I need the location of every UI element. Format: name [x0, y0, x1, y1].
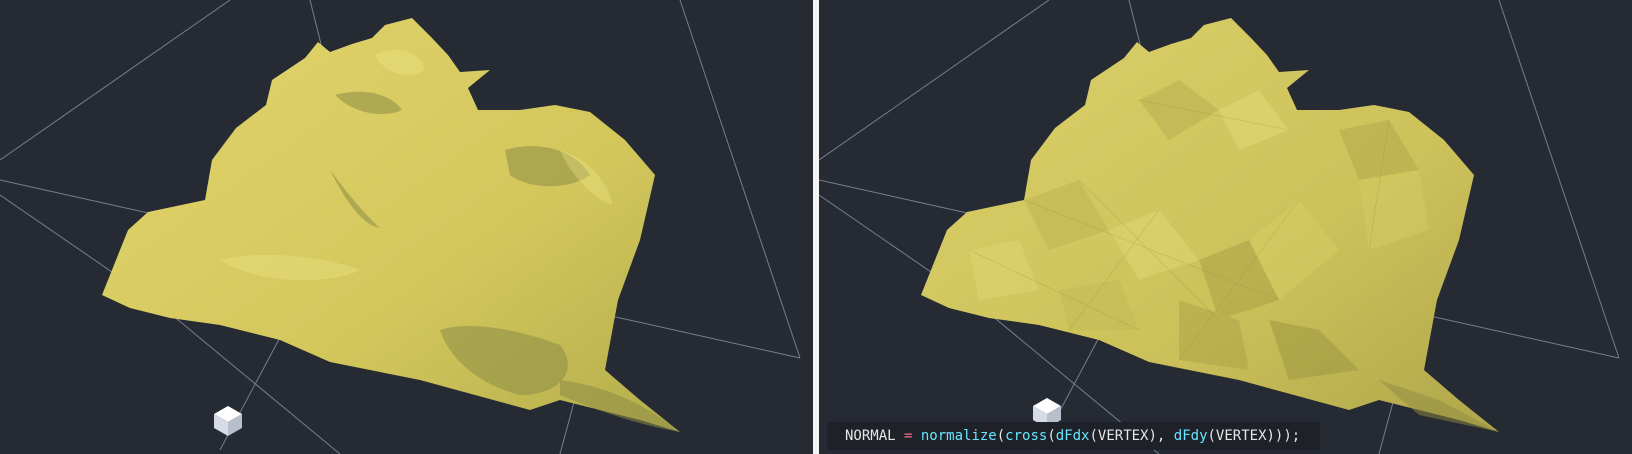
code-token-assign: =: [895, 428, 921, 444]
code-token-paren: (: [1047, 428, 1056, 444]
code-token-vertex: (VERTEX),: [1089, 428, 1174, 444]
code-token-dfdx: dFdx: [1055, 428, 1090, 444]
smooth-shading-viewport[interactable]: [0, 0, 813, 454]
code-token-normalize: normalize: [920, 428, 997, 444]
code-token-paren: (: [996, 428, 1006, 444]
code-token-cross: cross: [1005, 428, 1048, 444]
code-token-vertex-end: (VERTEX)));: [1207, 428, 1301, 444]
code-token-dfdy: dFdy: [1173, 428, 1208, 444]
flat-shading-viewport[interactable]: NORMAL = normalize(cross(dFdx (VERTEX), d…: [819, 0, 1632, 454]
terrain-render-flat: [819, 0, 1620, 454]
terrain-mesh-smooth: [102, 18, 680, 432]
code-token-normal: NORMAL: [845, 428, 896, 444]
shader-code-snippet: NORMAL = normalize(cross(dFdx (VERTEX), d…: [827, 422, 1321, 450]
terrain-render-smooth: [0, 0, 801, 454]
light-gizmo-icon[interactable]: [214, 406, 242, 436]
